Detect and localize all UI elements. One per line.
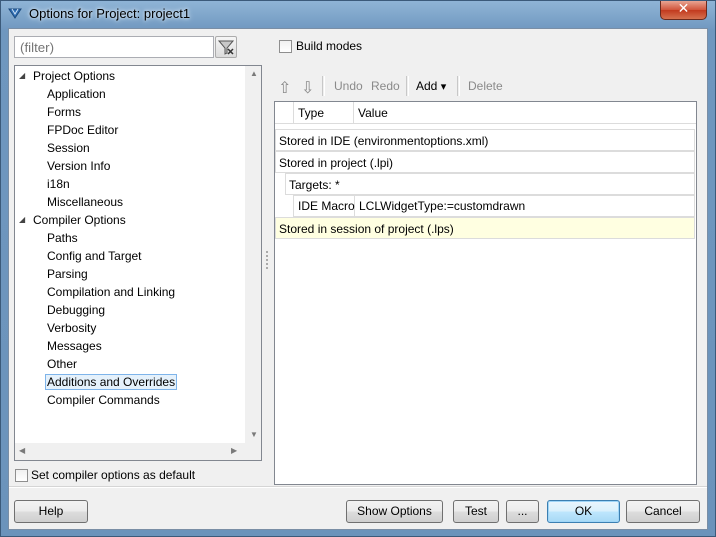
close-button[interactable]: ✕ [660, 1, 707, 20]
column-header-type[interactable]: Type [294, 102, 354, 124]
tree-item-label: Project Options [33, 69, 116, 83]
delete-button[interactable]: Delete [468, 79, 503, 93]
grid-header-spacer [275, 102, 294, 124]
tree-item[interactable]: Other [45, 355, 79, 373]
filter-clear-icon [217, 40, 235, 55]
tree-item[interactable]: Application [45, 85, 108, 103]
tree-item[interactable]: Config and Target [45, 247, 144, 265]
tree-item[interactable]: Compilation and Linking [45, 283, 177, 301]
test-button[interactable]: Test [453, 500, 499, 523]
lazarus-app-icon [8, 8, 22, 19]
panel-splitter[interactable] [265, 249, 269, 273]
undo-button[interactable]: Undo [334, 79, 363, 93]
build-modes-checkbox[interactable] [279, 40, 292, 53]
scroll-right-icon[interactable]: ▶ [231, 446, 237, 455]
toolbar-separator [406, 76, 409, 96]
tree-item[interactable]: ◢ Project Options [19, 67, 117, 85]
toolbar-separator [457, 76, 460, 96]
scroll-up-icon[interactable]: ▲ [250, 69, 258, 78]
tree-item[interactable]: Miscellaneous [45, 193, 125, 211]
tree-item[interactable]: Paths [45, 229, 80, 247]
scroll-down-icon[interactable]: ▼ [250, 430, 258, 439]
tree-item-label: Other [47, 357, 78, 371]
grid-row-targets[interactable]: Targets: * [285, 173, 695, 195]
filter-input[interactable] [14, 36, 214, 58]
scrollbar-corner [245, 443, 261, 460]
help-button[interactable]: Help [14, 500, 88, 523]
tree-item-label: Forms [47, 105, 81, 119]
tree-item[interactable]: Debugging [45, 301, 107, 319]
tree-item[interactable]: Verbosity [45, 319, 98, 337]
tree-item-label: Messages [47, 339, 102, 353]
grid-cell-value: LCLWidgetType:=customdrawn [359, 199, 526, 213]
column-header-value[interactable]: Value [354, 102, 696, 124]
add-button[interactable]: Add ▾ [416, 79, 446, 93]
redo-button[interactable]: Redo [371, 79, 400, 93]
tree-item[interactable]: i18n [45, 175, 72, 193]
tree-horizontal-scrollbar[interactable]: ◀ ▶ [15, 443, 245, 460]
add-button-label: Add [416, 79, 438, 93]
tree-item-label: Additions and Overrides [45, 374, 178, 390]
grid-row-session-storage[interactable]: Stored in session of project (.lps) [275, 217, 695, 239]
set-default-checkbox[interactable] [15, 469, 28, 482]
tree-item-label: i18n [47, 177, 70, 191]
tree-item[interactable]: Forms [45, 103, 83, 121]
tree-item[interactable]: ◢ Compiler Options [19, 211, 128, 229]
title-bar[interactable]: Options for Project: project1 ✕ [1, 1, 715, 27]
tree-item[interactable]: Messages [45, 337, 104, 355]
tree-item-label: Parsing [47, 267, 88, 281]
tree-item-label: Application [47, 87, 106, 101]
show-options-button[interactable]: Show Options [346, 500, 443, 523]
tree-vertical-scrollbar[interactable]: ▲ ▼ [245, 66, 261, 443]
button-panel-divider [9, 486, 707, 488]
tree-item[interactable]: Version Info [45, 157, 112, 175]
window-title: Options for Project: project1 [29, 6, 191, 21]
cancel-button[interactable]: Cancel [626, 500, 700, 523]
expand-toggle-icon[interactable]: ◢ [19, 211, 29, 229]
grid-header: Type Value [275, 102, 696, 124]
options-tree[interactable]: ◢ Project Options Application Forms FPDoc Ed… [14, 65, 262, 461]
tree-item-label: Version Info [47, 159, 111, 173]
ok-button[interactable]: OK [547, 500, 620, 523]
tree-item[interactable]: Additions and Overrides [45, 373, 178, 391]
scroll-left-icon[interactable]: ◀ [19, 446, 25, 455]
tree-item-label: Debugging [47, 303, 106, 317]
tree-item-label: Config and Target [47, 249, 142, 263]
dropdown-arrow-icon: ▾ [440, 81, 447, 93]
move-down-icon[interactable]: ⇩ [301, 78, 314, 97]
grid-row-ide-storage[interactable]: Stored in IDE (environmentoptions.xml) [275, 129, 695, 151]
tree-item[interactable]: FPDoc Editor [45, 121, 120, 139]
tree-item-label: Compiler Options [33, 213, 126, 227]
clear-filter-button[interactable] [215, 36, 237, 58]
tree-item-label: Miscellaneous [47, 195, 124, 209]
move-up-icon[interactable]: ⇧ [278, 78, 291, 97]
tree-item-label: Compilation and Linking [47, 285, 176, 299]
tree-item[interactable]: Compiler Commands [45, 391, 162, 409]
grid-cell-type: IDE Macro [294, 196, 355, 216]
tree-item[interactable]: Session [45, 139, 92, 157]
set-default-label: Set compiler options as default [31, 468, 196, 482]
tree-item-label: Verbosity [47, 321, 97, 335]
tree-item-label: Paths [47, 231, 78, 245]
toolbar-separator [322, 76, 325, 96]
tree-item-label: Session [47, 141, 90, 155]
grid-row-project-storage[interactable]: Stored in project (.lpi) [275, 151, 695, 173]
dialog-client-area: Build modes ◢ Project Options Application F… [8, 28, 708, 530]
expand-toggle-icon[interactable]: ◢ [19, 67, 29, 85]
build-modes-label: Build modes [296, 39, 363, 53]
options-dialog: Options for Project: project1 ✕ Build mo… [0, 0, 716, 537]
tree-item-label: Compiler Commands [47, 393, 160, 407]
more-button[interactable]: ... [506, 500, 539, 523]
defines-grid[interactable]: Type Value Stored in IDE (environmentopt… [274, 101, 697, 485]
grid-row-ide-macro[interactable]: IDE Macro LCLWidgetType:=customdrawn [293, 195, 695, 217]
tree-item[interactable]: Parsing [45, 265, 90, 283]
tree-item-label: FPDoc Editor [47, 123, 119, 137]
